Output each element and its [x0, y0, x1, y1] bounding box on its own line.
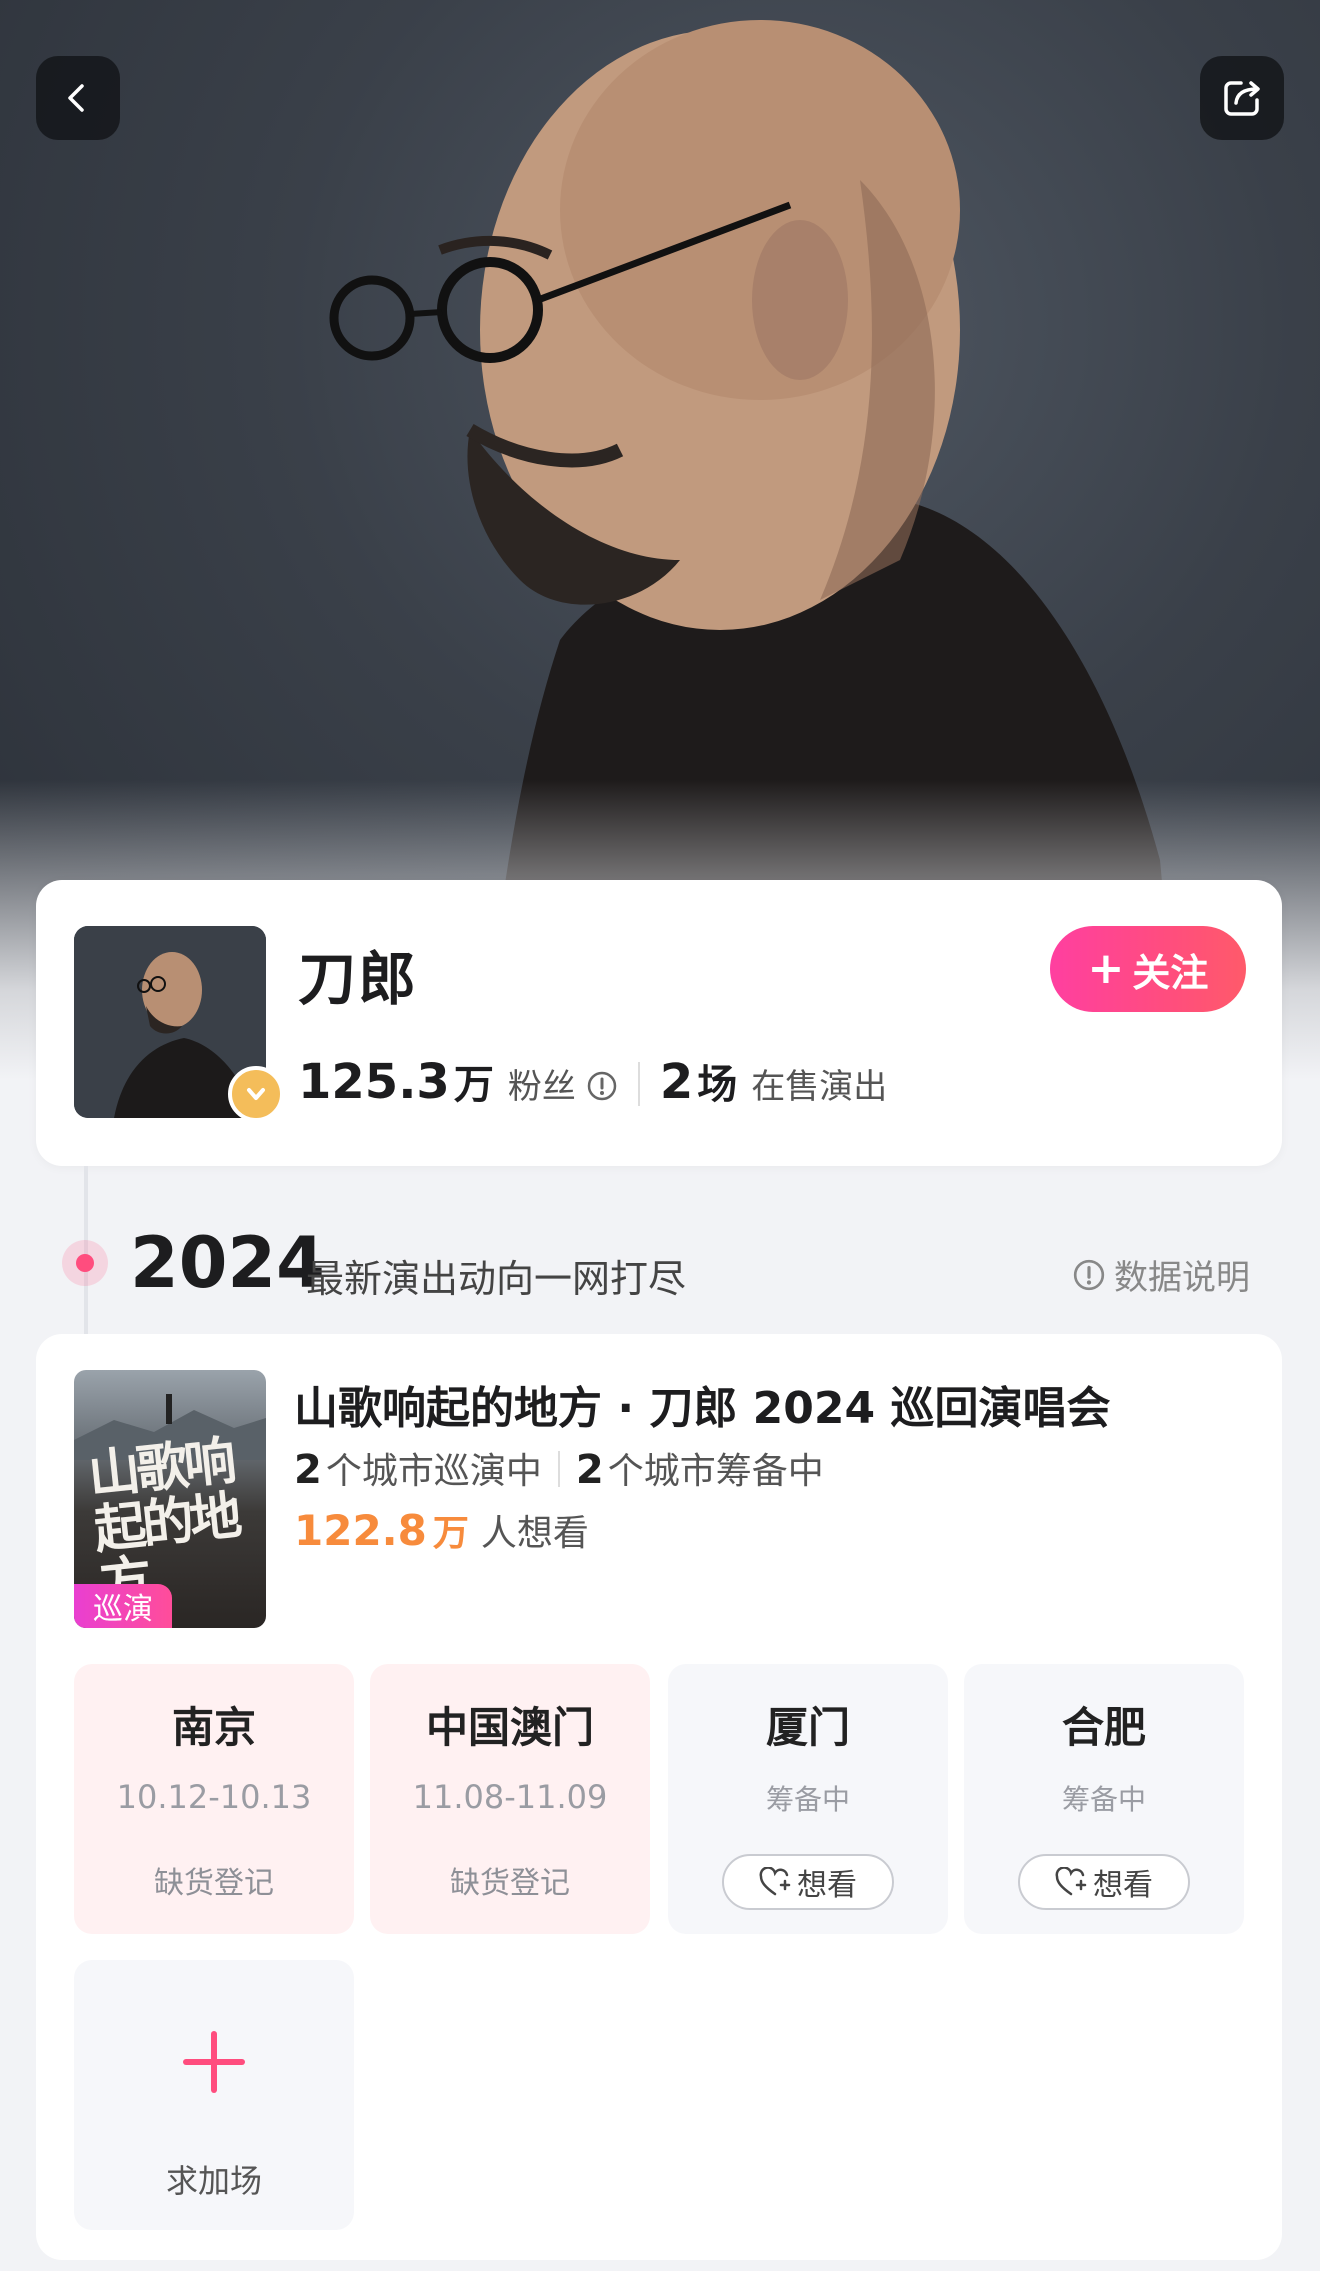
artist-profile-card: 刀郎 125.3 万 粉丝 2 场 在售演出 + 关注 — [36, 880, 1282, 1166]
info-icon — [1073, 1259, 1105, 1290]
city-card-hefei[interactable]: 合肥 筹备中 想看 — [964, 1664, 1244, 1934]
want-button-label: 想看 — [1093, 1868, 1153, 1903]
want-unit: 万 — [432, 1513, 469, 1554]
back-button[interactable] — [36, 56, 120, 140]
city-name: 南京 — [171, 1703, 256, 1752]
stat-divider — [637, 1062, 640, 1106]
heart-plus-icon — [1055, 1867, 1087, 1896]
want-number: 122.8 — [294, 1506, 427, 1555]
tour-title[interactable]: 山歌响起的地方 · 刀郎 2024 巡回演唱会 — [294, 1372, 1110, 1436]
timeline-subtitle: 最新演出动向一网打尽 — [306, 1257, 687, 1301]
want-button[interactable]: 想看 — [722, 1854, 894, 1910]
add-show-label: 求加场 — [165, 2162, 262, 2200]
artist-name: 刀郎 — [298, 945, 419, 1013]
tour-tag: 巡演 — [74, 1584, 172, 1628]
want-button[interactable]: 想看 — [1018, 1854, 1190, 1910]
city-card-nanjing[interactable]: 南京 10.12-10.13 缺货登记 — [74, 1664, 354, 1934]
city-date: 11.08-11.09 — [412, 1778, 608, 1816]
timeline-dot — [62, 1240, 108, 1286]
fans-label: 粉丝 — [507, 1067, 576, 1107]
data-note-label: 数据说明 — [1114, 1258, 1250, 1298]
chevron-left-icon — [68, 84, 84, 112]
planning-count: 2 — [575, 1447, 604, 1493]
follow-label: 关注 — [1132, 950, 1209, 995]
shows-label: 在售演出 — [751, 1067, 888, 1107]
plus-icon: + — [1087, 943, 1125, 994]
heart-plus-icon — [759, 1867, 791, 1896]
fans-unit: 万 — [453, 1062, 494, 1108]
share-icon — [1224, 81, 1260, 116]
plus-icon — [183, 2031, 245, 2093]
touring-label: 个城市巡演中 — [325, 1451, 542, 1492]
info-icon[interactable] — [586, 1070, 618, 1102]
planning-label: 个城市筹备中 — [607, 1451, 824, 1492]
tour-card[interactable]: 山歌响起的地方 巡演 山歌响起的地方 · 刀郎 2024 巡回演唱会 2 个城市… — [36, 1334, 1282, 2260]
want-label: 人想看 — [480, 1513, 589, 1554]
request-extra-show-button[interactable]: 求加场 — [74, 1960, 354, 2230]
divider — [557, 1451, 560, 1487]
tour-want-count: 122.8 万 人想看 — [294, 1504, 589, 1556]
artist-stats: 125.3 万 粉丝 2 场 在售演出 — [298, 1052, 887, 1110]
want-button-label: 想看 — [797, 1868, 857, 1903]
shows-count: 2 — [659, 1054, 694, 1110]
city-date: 10.12-10.13 — [116, 1778, 312, 1816]
touring-count: 2 — [294, 1447, 322, 1493]
city-card-macau[interactable]: 中国澳门 11.08-11.09 缺货登记 — [370, 1664, 650, 1934]
stock-register-link[interactable]: 缺货登记 — [74, 1858, 354, 1902]
stock-register-link[interactable]: 缺货登记 — [370, 1858, 650, 1902]
city-name: 合肥 — [1061, 1703, 1146, 1752]
city-name: 厦门 — [765, 1703, 850, 1752]
tour-poster[interactable]: 山歌响起的地方 巡演 — [74, 1370, 266, 1628]
city-card-xiamen[interactable]: 厦门 筹备中 想看 — [668, 1664, 948, 1934]
data-note-link[interactable]: 数据说明 — [1072, 1250, 1250, 1299]
city-status: 筹备中 — [1061, 1783, 1146, 1816]
fans-count: 125.3 — [298, 1054, 450, 1110]
tour-city-counts: 2 个城市巡演中 2 个城市筹备中 — [294, 1442, 824, 1494]
verified-badge-icon — [228, 1066, 284, 1122]
timeline-year: 2024 — [130, 1222, 325, 1304]
city-name: 中国澳门 — [425, 1703, 594, 1752]
follow-button[interactable]: + 关注 — [1050, 926, 1246, 1012]
shows-unit: 场 — [697, 1062, 738, 1108]
share-button[interactable] — [1200, 56, 1284, 140]
city-status: 筹备中 — [765, 1783, 850, 1816]
